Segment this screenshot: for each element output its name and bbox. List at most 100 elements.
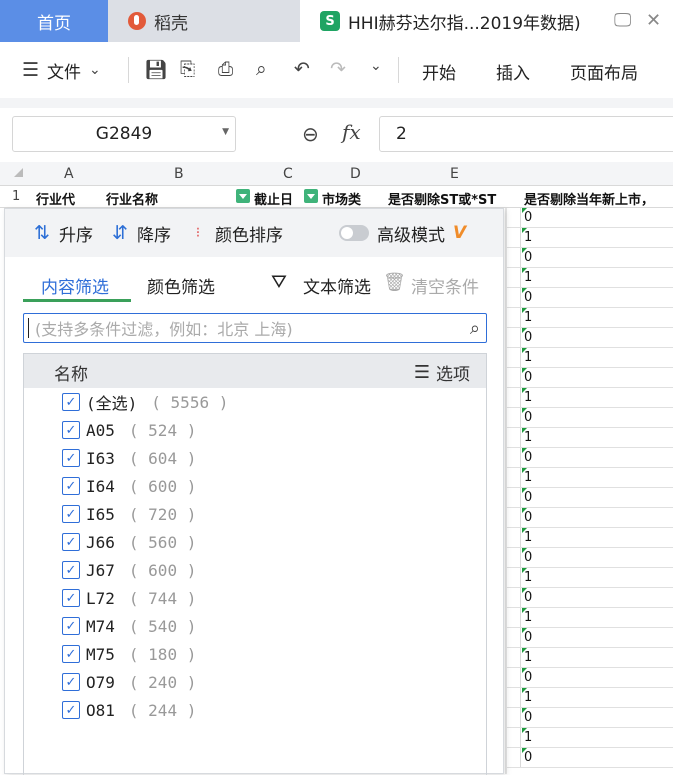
checkbox-checked-icon[interactable]: ✓ — [62, 449, 80, 467]
zoom-find-icon[interactable]: ⊖ — [302, 122, 319, 146]
search-icon[interactable]: ⌕ — [470, 318, 480, 339]
list-item[interactable]: ✓ O81 ( 244 ) — [24, 696, 486, 724]
color-sort-button[interactable]: ⁝ 颜色排序 — [187, 221, 283, 246]
list-item[interactable]: ✓ I65 ( 720 ) — [24, 500, 486, 528]
grid-cell[interactable]: 1 — [506, 528, 673, 548]
column-a-header[interactable]: A — [64, 166, 74, 182]
sort-asc-button[interactable]: ⇅ 升序 — [31, 221, 93, 246]
grid-cell[interactable]: 0 — [506, 208, 673, 228]
more-dropdown-icon[interactable]: ⌄ — [370, 58, 382, 74]
ribbon-tab-insert[interactable]: 插入 — [496, 59, 530, 84]
grid-cell[interactable]: 0 — [506, 328, 673, 348]
checkbox-checked-icon[interactable]: ✓ — [62, 393, 80, 411]
list-item[interactable]: ✓ M75 ( 180 ) — [24, 640, 486, 668]
header-cell-a[interactable]: 行业代 — [36, 189, 86, 208]
close-icon[interactable]: ✕ — [646, 10, 661, 31]
ribbon-tab-start[interactable]: 开始 — [422, 59, 456, 84]
checkbox-checked-icon[interactable]: ✓ — [62, 589, 80, 607]
list-item[interactable]: ✓ L72 ( 744 ) — [24, 584, 486, 612]
checkbox-checked-icon[interactable]: ✓ — [62, 533, 80, 551]
select-all-corner[interactable] — [14, 168, 23, 177]
text-caret — [28, 318, 29, 338]
grid-cell[interactable]: 0 — [506, 248, 673, 268]
grid-cell[interactable]: 1 — [506, 728, 673, 748]
grid-cell[interactable]: 1 — [506, 268, 673, 288]
list-item[interactable]: ✓ J66 ( 560 ) — [24, 528, 486, 556]
grid-cell[interactable]: 1 — [506, 468, 673, 488]
name-box[interactable]: G2849 ▼ — [12, 116, 236, 152]
grid-cell[interactable]: 1 — [506, 308, 673, 328]
header-cell-c[interactable]: 截止日 — [254, 189, 302, 208]
options-button[interactable]: ☰ 选项 — [414, 360, 470, 385]
grid-cell[interactable]: 1 — [506, 348, 673, 368]
column-c-header[interactable]: C — [283, 166, 293, 182]
list-item[interactable]: ✓ M74 ( 540 ) — [24, 612, 486, 640]
checkbox-checked-icon[interactable]: ✓ — [62, 477, 80, 495]
grid-cell[interactable]: 0 — [506, 508, 673, 528]
sort-desc-button[interactable]: ⇵ 降序 — [109, 221, 171, 246]
list-item[interactable]: ✓ I64 ( 600 ) — [24, 472, 486, 500]
filter-dropdown-icon[interactable] — [86, 189, 100, 203]
grid-cell[interactable]: 0 — [506, 748, 673, 768]
print-icon[interactable]: ⎙ — [218, 58, 233, 80]
header-cell-e[interactable]: 是否剔除ST或*ST — [388, 189, 506, 208]
function-icon[interactable]: fx — [342, 120, 361, 144]
header-cell-f[interactable]: 是否剔除当年新上市， — [524, 189, 673, 208]
grid-cell[interactable]: 0 — [506, 448, 673, 468]
list-item[interactable]: ✓ O79 ( 240 ) — [24, 668, 486, 696]
checkbox-checked-icon[interactable]: ✓ — [62, 505, 80, 523]
grid-cell[interactable]: 0 — [506, 408, 673, 428]
formula-input[interactable]: 2 — [379, 116, 673, 152]
grid-cell[interactable]: 1 — [506, 688, 673, 708]
list-item[interactable]: ✓ A05 ( 524 ) — [24, 416, 486, 444]
grid-cell[interactable]: 0 — [506, 708, 673, 728]
list-item[interactable]: ✓ J67 ( 600 ) — [24, 556, 486, 584]
filter-search-input[interactable]: (支持多条件过滤，例如：北京 上海) ⌕ — [23, 313, 487, 343]
grid-cell[interactable]: 0 — [506, 288, 673, 308]
save-icon[interactable]: 💾︎ — [144, 58, 168, 81]
tab-color-filter[interactable]: 颜色筛选 — [147, 273, 215, 298]
checkbox-checked-icon[interactable]: ✓ — [62, 561, 80, 579]
ribbon-tab-page-layout[interactable]: 页面布局 — [570, 59, 638, 84]
grid-cell[interactable]: 1 — [506, 648, 673, 668]
grid-cell[interactable]: 1 — [506, 608, 673, 628]
grid-cell[interactable]: 0 — [506, 368, 673, 388]
tab-content-filter[interactable]: 内容筛选 — [41, 273, 109, 298]
advanced-mode-toggle[interactable]: 高级模式 V — [339, 221, 466, 246]
header-cell-b[interactable]: 行业名称 — [106, 189, 232, 208]
text-filter-button[interactable]: 文本筛选 — [303, 273, 371, 298]
file-menu-button[interactable]: ☰ 文件 ⌄ — [22, 42, 101, 98]
grid-cell[interactable]: 0 — [506, 548, 673, 568]
column-b-header[interactable]: B — [174, 166, 184, 182]
format-painter-icon[interactable]: ⎘ — [180, 58, 195, 80]
filter-active-icon[interactable] — [304, 189, 318, 203]
checkbox-checked-icon[interactable]: ✓ — [62, 645, 80, 663]
grid-cell[interactable]: 0 — [506, 668, 673, 688]
list-item[interactable]: ✓ (全选) ( 5556 ) — [24, 388, 486, 416]
tab-home[interactable]: 首页 — [0, 0, 108, 42]
grid-cell[interactable]: 1 — [506, 228, 673, 248]
grid-cell[interactable]: 1 — [506, 388, 673, 408]
monitor-icon[interactable]: 🖵 — [614, 10, 631, 31]
checkbox-checked-icon[interactable]: ✓ — [62, 701, 80, 719]
grid-cell[interactable]: 1 — [506, 428, 673, 448]
checkbox-checked-icon[interactable]: ✓ — [62, 673, 80, 691]
toggle-switch[interactable] — [339, 225, 369, 241]
redo-icon[interactable]: ↷ — [330, 58, 346, 80]
header-cell-d[interactable]: 市场类 — [322, 189, 370, 208]
grid-cell[interactable]: 1 — [506, 568, 673, 588]
grid-cell[interactable]: 0 — [506, 588, 673, 608]
undo-icon[interactable]: ↶ — [294, 58, 310, 80]
tab-daoke[interactable]: 稻壳 — [108, 0, 300, 42]
list-item[interactable]: ✓ I63 ( 604 ) — [24, 444, 486, 472]
grid-cell[interactable]: 0 — [506, 628, 673, 648]
print-preview-icon[interactable]: ⌕ — [256, 58, 267, 80]
filter-active-icon[interactable] — [236, 189, 250, 203]
clear-conditions-button[interactable]: 清空条件 — [411, 273, 479, 298]
column-e-header[interactable]: E — [450, 166, 459, 182]
checkbox-checked-icon[interactable]: ✓ — [62, 421, 80, 439]
checkbox-checked-icon[interactable]: ✓ — [62, 617, 80, 635]
column-d-header[interactable]: D — [350, 166, 361, 182]
grid-cell[interactable]: 0 — [506, 488, 673, 508]
panel-scrollbar[interactable] — [505, 208, 507, 774]
